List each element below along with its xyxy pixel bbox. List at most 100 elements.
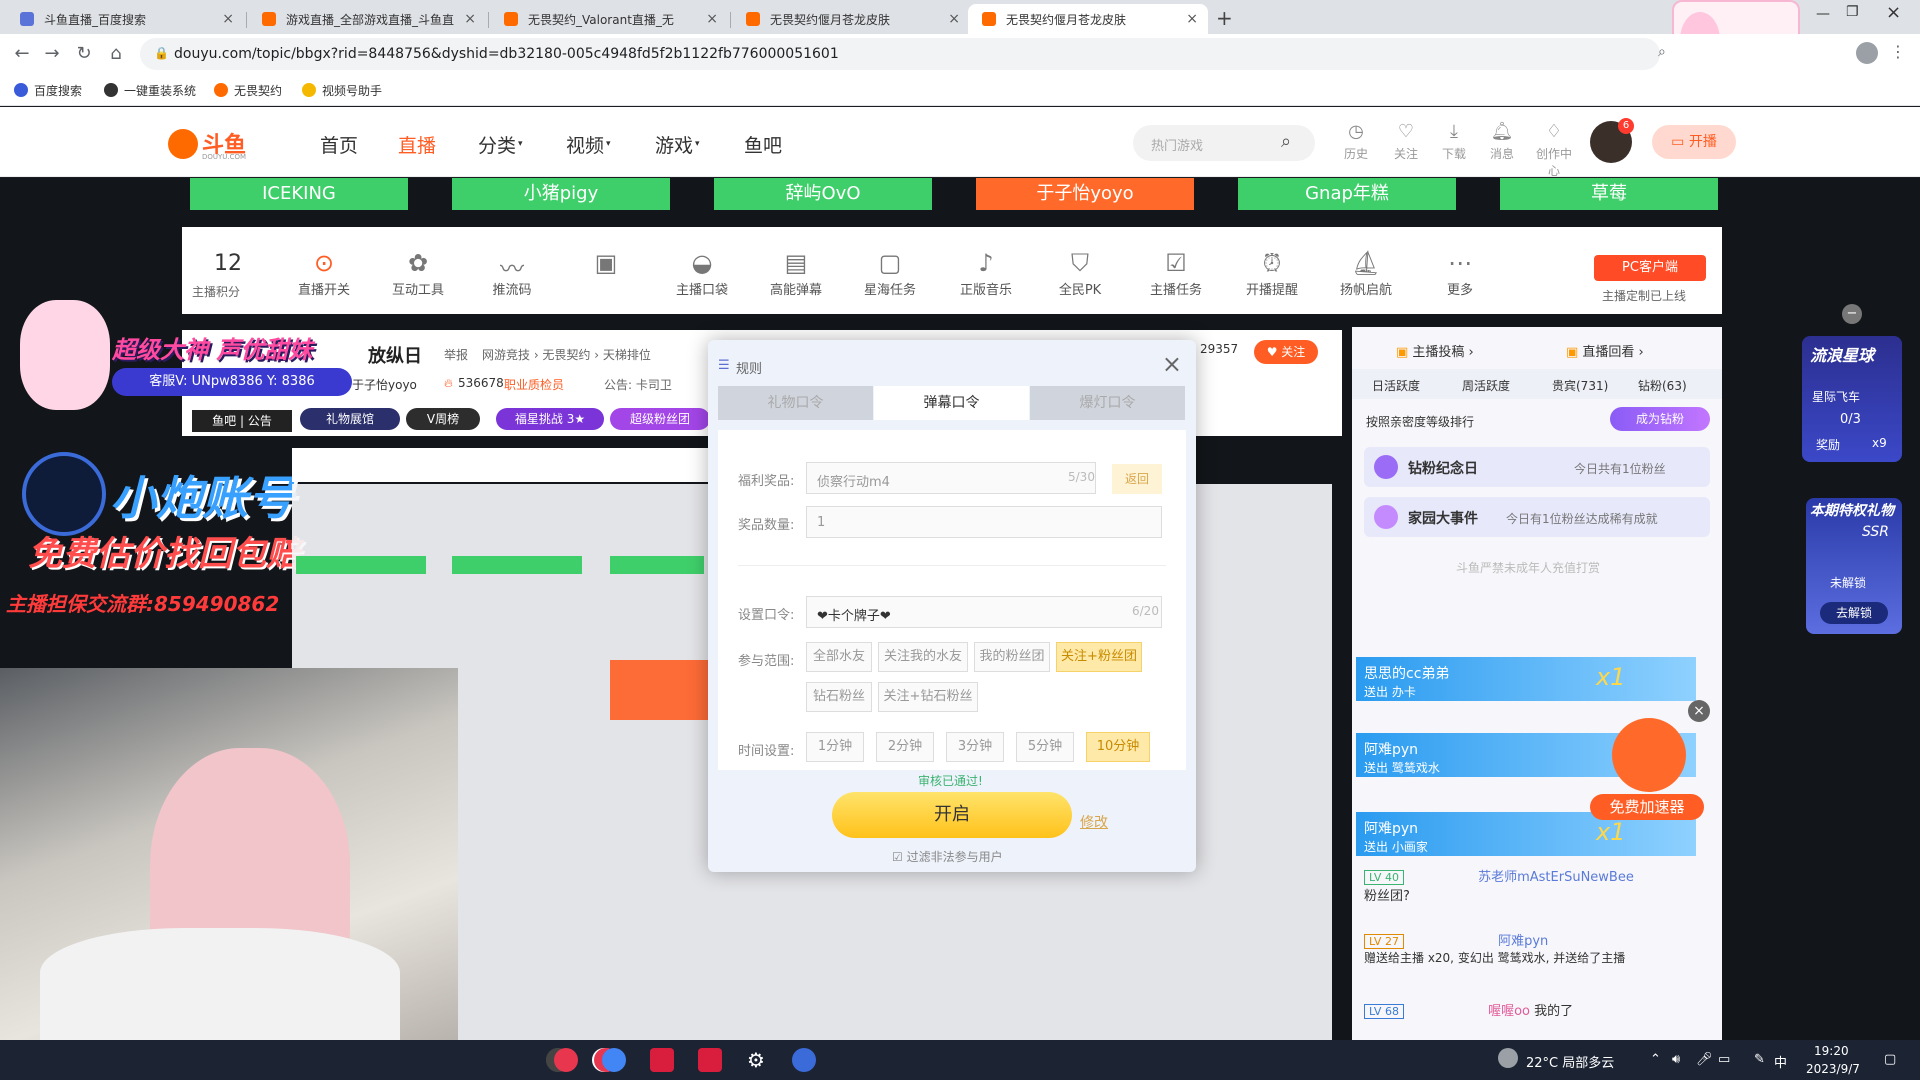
diamond-day-card[interactable]: 钻粉纪念日 今日共有1位粉丝	[1364, 447, 1710, 487]
clock-date[interactable]: 2023/9/7	[1806, 1062, 1860, 1076]
command-input[interactable]: ❤卡个牌子❤	[806, 596, 1162, 628]
unlock-button[interactable]: 去解锁	[1820, 602, 1888, 624]
start-button[interactable]: 开启	[832, 792, 1072, 838]
tab-weekly-activity[interactable]: 周活跃度	[1462, 377, 1510, 394]
start-stream-button[interactable]: ▭ 开播	[1652, 125, 1736, 159]
notification-icon[interactable]: ▢	[1884, 1052, 1896, 1067]
top-room-tab[interactable]: 小猪pigy	[452, 178, 670, 210]
close-tab-icon[interactable]: ×	[464, 11, 476, 27]
family-event-card[interactable]: 家园大事件 今日有1位粉丝达成稀有成就	[1364, 497, 1710, 537]
browser-tab[interactable]: 游戏直播_全部游戏直播_斗鱼直 ×	[248, 4, 486, 34]
mic-icon[interactable]: 🎤︎	[1696, 1052, 1713, 1067]
douyu-logo[interactable]: 斗鱼 DOUYU.COM	[168, 127, 254, 161]
modify-link[interactable]: 修改	[1080, 812, 1108, 832]
chrome-icon[interactable]	[602, 1048, 626, 1072]
close-icon[interactable]: ×	[1688, 700, 1710, 722]
time-5min[interactable]: 5分钟	[1016, 732, 1074, 762]
tool-reminder[interactable]: ⏰︎ 开播提醒	[1232, 249, 1312, 298]
tool-gift[interactable]: ▣	[566, 249, 646, 279]
address-bar[interactable]: 🔒 douyu.com/topic/bbgx?rid=8448756&dyshi…	[140, 38, 1660, 70]
back-button[interactable]: 返回	[1112, 464, 1162, 494]
chat-username[interactable]: 喔喔oo	[1488, 1004, 1530, 1019]
contribution-link[interactable]: ▣ 主播投稿 ›	[1396, 341, 1474, 360]
home-icon[interactable]: ⌂	[104, 42, 128, 66]
tool-pocket[interactable]: ◒ 主播口袋	[662, 249, 742, 298]
rocket-icon[interactable]	[1612, 718, 1686, 792]
tool-pk[interactable]: ⛉ 全民PK	[1040, 249, 1120, 298]
tab-vip[interactable]: 贵宾(731)	[1552, 377, 1608, 394]
forward-icon[interactable]: →	[40, 42, 64, 66]
nav-video[interactable]: 视频	[566, 131, 604, 158]
time-2min[interactable]: 2分钟	[876, 732, 934, 762]
bookmark-item[interactable]: 一键重装系统	[104, 82, 196, 99]
prize-input[interactable]: 侦察行动m4	[806, 462, 1096, 494]
become-diamond-button[interactable]: 成为钻粉	[1610, 407, 1710, 431]
weather-icon[interactable]	[1498, 1048, 1518, 1068]
report-link[interactable]: 举报	[444, 346, 468, 363]
nav-game[interactable]: 游戏	[655, 131, 693, 158]
chat-username[interactable]: 苏老师mAstErSuNewBee	[1478, 870, 1634, 885]
scope-fan-group[interactable]: 我的粉丝团	[974, 642, 1050, 672]
top-room-tab[interactable]: 草莓	[1500, 178, 1718, 210]
browser-tab-active[interactable]: 无畏契约偃月苍龙皮肤 ×	[968, 4, 1208, 34]
tool-danmu[interactable]: ▤ 高能弹幕	[756, 249, 836, 298]
tool-interactive[interactable]: ✿ 互动工具	[378, 249, 458, 298]
fishbar-tag[interactable]: 鱼吧 | 公告	[192, 410, 292, 432]
replay-link[interactable]: ▣ 直播回看 ›	[1566, 341, 1644, 360]
gift-gallery-tag[interactable]: 礼物展馆	[300, 408, 400, 430]
bookmark-item[interactable]: 无畏契约	[214, 82, 282, 99]
top-room-tab[interactable]: 辞屿OvO	[714, 178, 932, 210]
weather-text[interactable]: 22°C 局部多云	[1526, 1052, 1614, 1071]
streamer-name[interactable]: 于子怡yoyo	[352, 376, 417, 393]
chat-username[interactable]: 阿难pyn	[1498, 934, 1548, 949]
close-tab-icon[interactable]: ×	[948, 11, 960, 27]
pc-client-button[interactable]: PC客户端	[1594, 255, 1706, 281]
qty-input[interactable]: 1	[806, 506, 1162, 538]
message-button[interactable]: 🔔︎ 消息	[1482, 121, 1522, 162]
tab-gift-command[interactable]: 礼物口令	[718, 386, 873, 420]
tool-star-task[interactable]: ▢ 星海任务	[850, 249, 930, 298]
close-tab-icon[interactable]: ×	[1186, 11, 1198, 27]
app-icon[interactable]	[792, 1048, 816, 1072]
top-room-tab[interactable]: 于子怡yoyo	[976, 178, 1194, 210]
top-room-tab[interactable]: ICEKING	[190, 178, 408, 210]
room-category[interactable]: 网游竞技 › 无畏契约 › 天梯排位	[482, 346, 651, 363]
creator-center-button[interactable]: ♢ 创作中心	[1532, 121, 1576, 179]
minimize-button[interactable]: —	[1816, 6, 1830, 22]
fan-group-tag[interactable]: 超级粉丝团	[610, 408, 710, 430]
app-icon[interactable]	[554, 1048, 578, 1072]
tab-diamond-fans[interactable]: 钻粉(63)	[1638, 377, 1687, 394]
accelerator-button[interactable]: 免费加速器	[1590, 794, 1704, 820]
close-tab-icon[interactable]: ×	[222, 11, 234, 27]
nav-home[interactable]: 首页	[320, 131, 358, 158]
search-icon[interactable]: ⌕	[1281, 131, 1291, 152]
close-window-button[interactable]: ×	[1886, 2, 1901, 23]
browser-tab[interactable]: 无畏契约偃月苍龙皮肤 ×	[732, 4, 970, 34]
network-icon[interactable]: ▭	[1718, 1052, 1730, 1067]
browser-tab[interactable]: 无畏契约_Valorant直播_无 ×	[490, 4, 728, 34]
valorant-launcher-icon[interactable]	[698, 1048, 722, 1072]
header-search[interactable]: 热门游戏 ⌕	[1133, 125, 1315, 161]
tool-stream-switch[interactable]: ⊙ 直播开关	[284, 249, 364, 298]
zoom-icon[interactable]: ⌕	[1658, 44, 1666, 60]
wandering-planet-widget[interactable]: 流浪星球 星际飞车 0/3 奖励 x9	[1802, 336, 1902, 462]
browser-tab[interactable]: 斗鱼直播_百度搜索 ×	[6, 4, 244, 34]
settings-gear-icon[interactable]: ⚙	[744, 1048, 768, 1072]
clock-time[interactable]: 19:20	[1814, 1044, 1849, 1058]
tool-more[interactable]: ⋯ 更多	[1420, 249, 1500, 298]
reload-icon[interactable]: ↻	[72, 42, 96, 66]
tray-chevron-icon[interactable]: ⌃	[1650, 1052, 1661, 1067]
tool-sail[interactable]: ⛵︎ 扬帆启航	[1326, 249, 1406, 298]
weekly-rank-tag[interactable]: V周榜	[406, 408, 480, 430]
tool-tasks[interactable]: ☑ 主播任务	[1136, 249, 1216, 298]
tab-danmu-command[interactable]: 弹幕口令	[874, 386, 1029, 420]
close-icon[interactable]: ×	[1162, 350, 1182, 378]
nav-live[interactable]: 直播	[398, 131, 436, 158]
time-10min[interactable]: 10分钟	[1086, 732, 1150, 762]
filter-checkbox[interactable]: ☑ 过滤非法参与用户	[892, 848, 1003, 865]
time-3min[interactable]: 3分钟	[946, 732, 1004, 762]
scope-all[interactable]: 全部水友	[806, 642, 872, 672]
nav-fishbar[interactable]: 鱼吧	[744, 131, 782, 158]
star-challenge-tag[interactable]: 福星挑战 3★	[496, 408, 604, 430]
time-1min[interactable]: 1分钟	[806, 732, 864, 762]
